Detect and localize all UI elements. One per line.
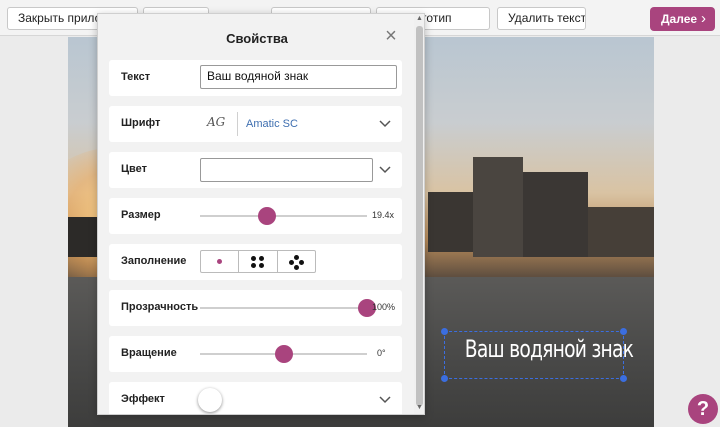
dot-icon	[288, 260, 294, 265]
opacity-slider[interactable]	[200, 299, 376, 317]
next-button[interactable]: Далее ›	[650, 7, 715, 31]
next-label: Далее	[661, 12, 698, 26]
opacity-row: Прозрачность 100%	[109, 290, 402, 326]
effect-label: Эффект	[121, 393, 165, 405]
resize-handle[interactable]	[620, 375, 627, 382]
font-preview: AG	[207, 115, 226, 129]
color-row: Цвет	[109, 152, 402, 188]
chevron-down-icon[interactable]	[377, 115, 393, 131]
effect-toggle[interactable]	[198, 388, 222, 412]
watermark-selection[interactable]: Ваш водяной знак	[441, 328, 634, 382]
close-icon[interactable]: ×	[382, 26, 400, 46]
properties-panel: Свойства × ▲ ▼ Текст Ваш водяной знак Шр…	[97, 13, 425, 415]
fill-single-option[interactable]	[201, 251, 240, 272]
rotation-slider-thumb[interactable]	[274, 345, 293, 363]
font-select[interactable]: Amatic SC	[246, 118, 298, 130]
chevron-down-icon[interactable]	[377, 391, 393, 407]
divider	[237, 112, 238, 136]
fill-diamond-option[interactable]	[278, 251, 315, 272]
rotation-label: Вращение	[121, 347, 177, 359]
fill-row: Заполнение	[109, 244, 402, 280]
resize-handle[interactable]	[441, 375, 448, 382]
dot-icon	[251, 263, 257, 268]
watermark-text[interactable]: Ваш водяной знак	[465, 335, 634, 363]
help-button[interactable]: ?	[688, 394, 718, 424]
dot-icon	[293, 265, 299, 270]
building	[473, 157, 523, 257]
opacity-value: 100%	[372, 302, 396, 312]
chevron-right-icon: ›	[701, 10, 706, 27]
dot-icon	[259, 263, 265, 268]
dot-icon	[298, 260, 304, 265]
color-swatch[interactable]	[200, 158, 373, 182]
scroll-thumb[interactable]	[416, 26, 423, 406]
building	[588, 207, 654, 257]
text-label: Текст	[121, 71, 151, 83]
scroll-up-icon[interactable]: ▲	[416, 15, 423, 23]
panel-title: Свойства	[226, 31, 288, 46]
delete-text-button[interactable]: Удалить текст	[497, 7, 586, 30]
fill-label: Заполнение	[121, 255, 187, 267]
fill-grid-option[interactable]	[239, 251, 278, 272]
scrollbar[interactable]: ▲ ▼	[414, 14, 424, 414]
size-label: Размер	[121, 209, 161, 221]
size-slider[interactable]	[200, 207, 367, 225]
font-row: Шрифт AG Amatic SC	[109, 106, 402, 142]
chevron-down-icon[interactable]	[377, 161, 393, 177]
text-row: Текст Ваш водяной знак	[109, 60, 402, 96]
effect-row: Эффект	[109, 382, 402, 414]
font-label: Шрифт	[121, 117, 161, 129]
rotation-row: Вращение 0°	[109, 336, 402, 372]
building	[523, 172, 588, 257]
resize-handle[interactable]	[441, 328, 448, 335]
resize-handle[interactable]	[620, 328, 627, 335]
dot-icon	[259, 256, 265, 261]
dot-icon	[293, 255, 299, 260]
text-input[interactable]: Ваш водяной знак	[200, 65, 397, 89]
color-label: Цвет	[121, 163, 148, 175]
size-row: Размер 19.4x	[109, 198, 402, 234]
opacity-label: Прозрачность	[121, 301, 199, 313]
fill-options	[200, 250, 316, 273]
scroll-down-icon[interactable]: ▼	[416, 404, 423, 412]
dot-icon	[251, 256, 257, 261]
rotation-slider[interactable]	[200, 345, 367, 363]
size-slider-thumb[interactable]	[257, 207, 276, 225]
size-value: 19.4x	[372, 210, 395, 220]
rotation-value: 0°	[377, 348, 386, 358]
single-dot-icon	[217, 259, 222, 264]
